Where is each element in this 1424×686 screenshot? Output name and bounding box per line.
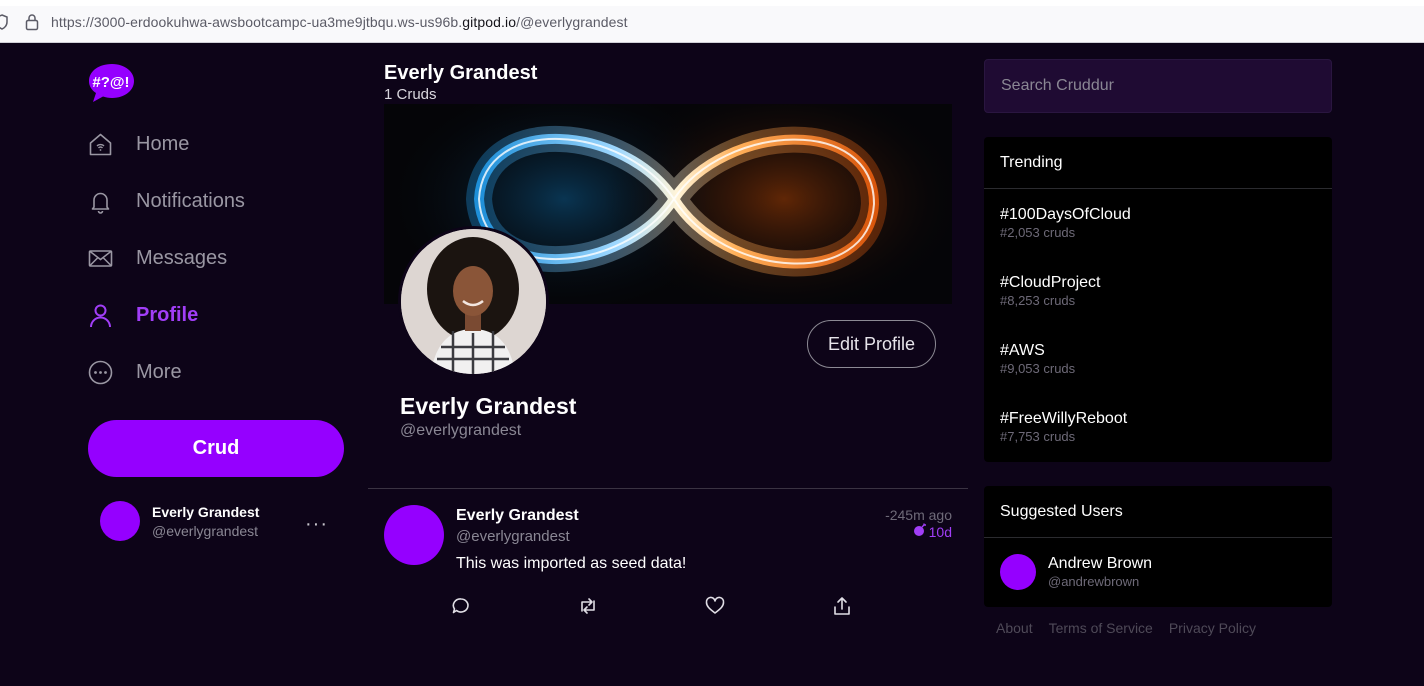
nav-profile[interactable]: Profile (88, 297, 198, 333)
nav-more[interactable]: More (88, 354, 182, 390)
search-input[interactable] (984, 59, 1332, 113)
suggested-user-name: Andrew Brown (1048, 555, 1153, 572)
trending-item[interactable]: #100DaysOfCloud #2,053 cruds (984, 189, 1332, 257)
terms-link[interactable]: Terms of Service (1049, 620, 1153, 636)
about-link[interactable]: About (996, 620, 1033, 636)
cruddur-logo[interactable]: #?@! (88, 62, 138, 109)
page-title: Everly Grandest (384, 62, 538, 84)
trending-count: #8,253 cruds (1000, 293, 1076, 308)
browser-tab-strip-edge (0, 0, 1424, 6)
current-user-name: Everly Grandest (152, 504, 260, 520)
lock-icon[interactable] (25, 13, 39, 36)
url-prefix: https://3000-erdookuhwa-awsbootcampc-ua3… (51, 14, 463, 30)
url-path: /@everlygrandest (516, 14, 628, 30)
nav-notifications-label: Notifications (136, 189, 245, 212)
crud-button[interactable]: Crud (88, 420, 344, 477)
post-avatar[interactable] (384, 505, 444, 565)
nav-profile-label: Profile (136, 303, 199, 326)
heart-icon[interactable] (705, 596, 725, 616)
suggested-user[interactable]: Andrew Brown @andrewbrown (984, 538, 1332, 606)
browser-url-bar: https://3000-erdookuhwa-awsbootcampc-ua3… (0, 0, 1424, 43)
trending-panel: Trending #100DaysOfCloud #2,053 cruds #C… (984, 137, 1332, 462)
logo-text: #?@! (92, 74, 129, 91)
edit-profile-button[interactable]: Edit Profile (807, 320, 936, 368)
suggested-users-panel: Suggested Users Andrew Brown @andrewbrow… (984, 486, 1332, 607)
trending-tag: #CloudProject (1000, 274, 1101, 291)
user-icon (88, 303, 113, 328)
repost-icon[interactable] (578, 596, 598, 616)
nav-notifications[interactable]: Notifications (88, 183, 245, 219)
post-expiry-label: 10d (928, 523, 952, 540)
trending-tag: #FreeWillyReboot (1000, 410, 1128, 427)
trending-count: #7,753 cruds (1000, 429, 1076, 444)
share-icon[interactable] (832, 596, 852, 616)
trending-tag: #100DaysOfCloud (1000, 206, 1131, 223)
suggested-user-handle: @andrewbrown (1048, 574, 1140, 589)
post-author-name[interactable]: Everly Grandest (456, 507, 579, 525)
privacy-link[interactable]: Privacy Policy (1169, 620, 1256, 636)
trending-count: #2,053 cruds (1000, 225, 1076, 240)
profile-avatar[interactable] (398, 226, 549, 377)
current-user-handle: @everlygrandest (152, 523, 259, 539)
avatar (1000, 554, 1036, 590)
nav-home-label: Home (136, 132, 190, 155)
more-circle-icon (88, 360, 113, 385)
url-field[interactable]: https://3000-erdookuhwa-awsbootcampc-ua3… (51, 14, 628, 30)
suggested-users-title: Suggested Users (984, 486, 1332, 538)
shield-icon[interactable] (0, 14, 8, 35)
trending-count: #9,053 cruds (1000, 361, 1076, 376)
home-icon (88, 132, 113, 157)
trending-item[interactable]: #FreeWillyReboot #7,753 cruds (984, 393, 1332, 461)
profile-display-name: Everly Grandest (400, 393, 577, 419)
nav-messages[interactable]: Messages (88, 240, 227, 276)
trending-tag: #AWS (1000, 342, 1045, 359)
trending-item[interactable]: #CloudProject #8,253 cruds (984, 257, 1332, 325)
crud-count: 1 Cruds (384, 86, 437, 103)
bomb-icon (913, 523, 927, 540)
url-domain: gitpod.io (462, 14, 517, 30)
trending-item[interactable]: #AWS #9,053 cruds (984, 325, 1332, 393)
envelope-icon (88, 246, 113, 271)
reply-icon[interactable] (451, 596, 471, 616)
post-message: This was imported as seed data! (456, 555, 687, 572)
post-author-handle[interactable]: @everlygrandest (456, 528, 570, 545)
more-options-icon[interactable]: ··· (305, 513, 328, 536)
nav-more-label: More (136, 360, 182, 383)
footer-links: About Terms of Service Privacy Policy (996, 620, 1256, 636)
divider (368, 488, 968, 489)
trending-title: Trending (984, 137, 1332, 189)
avatar (100, 501, 140, 541)
nav-messages-label: Messages (136, 246, 228, 269)
post-timestamp: -245m ago (885, 507, 952, 523)
profile-handle: @everlygrandest (400, 422, 522, 439)
post-expiry: 10d (913, 523, 952, 540)
bell-icon (88, 189, 113, 214)
nav-home[interactable]: Home (88, 126, 189, 162)
